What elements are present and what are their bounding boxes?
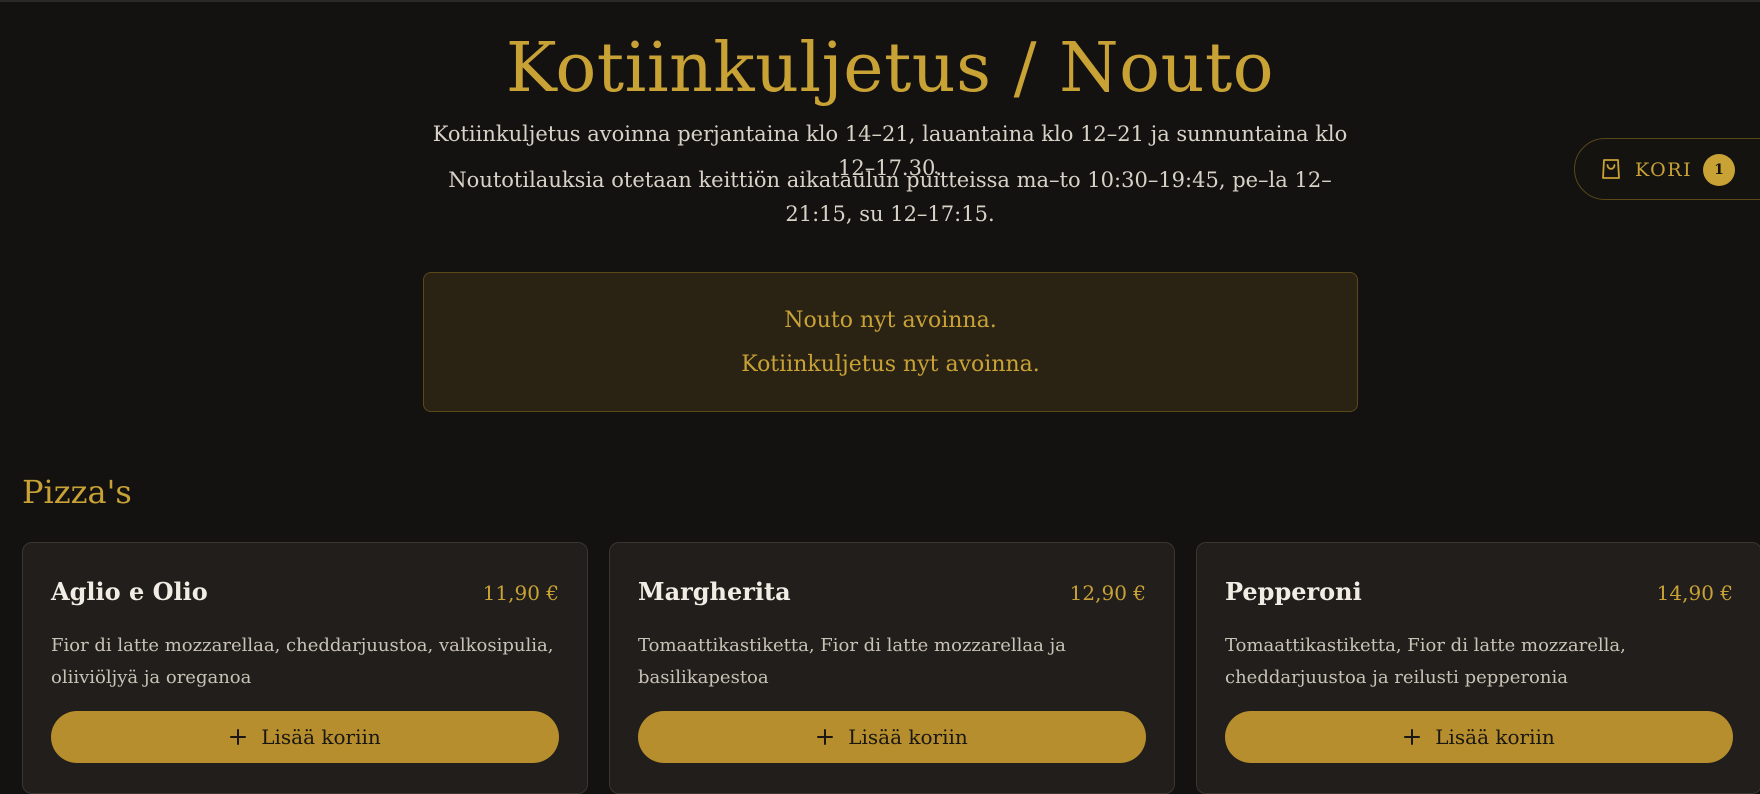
product-name: Aglio e Olio [51, 577, 208, 606]
product-price: 14,90 € [1656, 581, 1733, 605]
delivery-status: Kotiinkuljetus nyt avoinna. [741, 352, 1040, 377]
product-description: Fior di latte mozzarellaa, cheddarjuusto… [51, 635, 554, 688]
product-description: Tomaattikastiketta, Fior di latte mozzar… [1225, 635, 1626, 688]
product-price: 12,90 € [1069, 581, 1146, 605]
product-price: 11,90 € [482, 581, 559, 605]
add-to-cart-button[interactable]: Lisää koriin [638, 711, 1146, 763]
cart-count-badge: 1 [1703, 154, 1735, 186]
section-title-pizzas: Pizza's [22, 473, 132, 511]
add-to-cart-label: Lisää koriin [1435, 725, 1555, 749]
plus-icon [230, 729, 247, 745]
product-card-margherita: Margherita 12,90 € Tomaattikastiketta, F… [609, 542, 1175, 794]
product-card-aglio-e-olio: Aglio e Olio 11,90 € Fior di latte mozza… [22, 542, 588, 794]
shopping-bag-icon [1602, 159, 1620, 179]
product-card-pepperoni: Pepperoni 14,90 € Tomaattikastiketta, Fi… [1196, 542, 1760, 794]
product-name: Margherita [638, 577, 791, 606]
product-description: Tomaattikastiketta, Fior di latte mozzar… [638, 635, 1066, 688]
add-to-cart-button[interactable]: Lisää koriin [51, 711, 559, 763]
pickup-hours-text: Noutotilauksia otetaan keittiön aikataul… [448, 168, 1332, 226]
status-box: Nouto nyt avoinna. Kotiinkuljetus nyt av… [423, 272, 1358, 412]
plus-icon [817, 729, 834, 745]
add-to-cart-button[interactable]: Lisää koriin [1225, 711, 1733, 763]
cart-label: KORI [1635, 159, 1693, 181]
product-name: Pepperoni [1225, 577, 1362, 606]
add-to-cart-label: Lisää koriin [261, 725, 381, 749]
add-to-cart-label: Lisää koriin [848, 725, 968, 749]
plus-icon [1404, 729, 1421, 745]
cart-button[interactable]: KORI 1 [1574, 138, 1760, 200]
page-title: Kotiinkuljetus / Nouto [505, 29, 1275, 108]
pickup-status: Nouto nyt avoinna. [784, 308, 997, 333]
